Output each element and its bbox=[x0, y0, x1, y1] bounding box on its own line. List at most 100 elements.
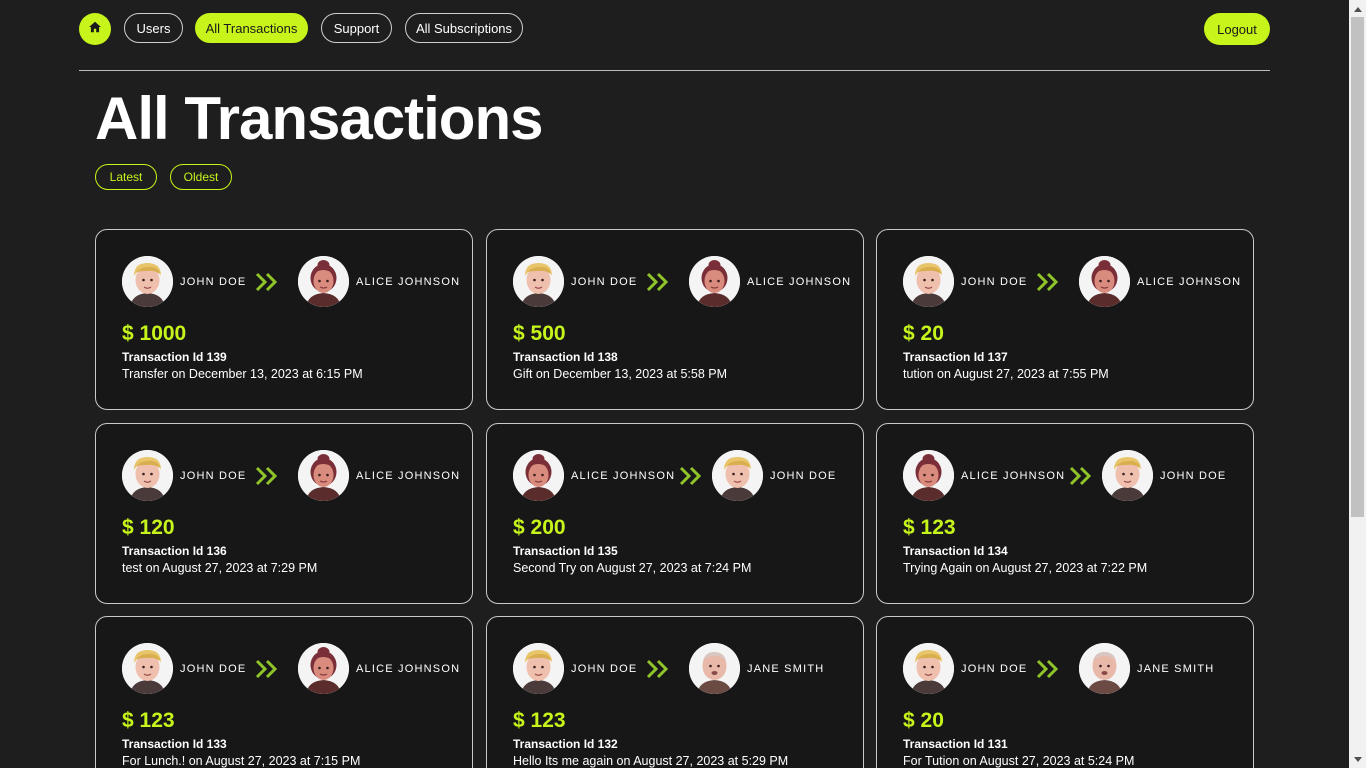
transaction-card[interactable]: JOHN DOE ALICE JOHNSON $ 120 Transaction Id… bbox=[95, 423, 473, 604]
transaction-amount: $ 500 bbox=[513, 322, 566, 345]
transaction-description: tution on August 27, 2023 at 7:55 PM bbox=[903, 367, 1109, 381]
sender-avatar bbox=[513, 256, 564, 307]
recipient-name: JANE SMITH bbox=[747, 662, 825, 675]
sender-name: JOHN DOE bbox=[180, 469, 247, 482]
transaction-description: Hello Its me again on August 27, 2023 at… bbox=[513, 754, 789, 768]
sender: JOHN DOE bbox=[903, 643, 1027, 694]
transaction-card[interactable]: JOHN DOE JANE SMITH $ 123 Transaction Id 13… bbox=[486, 616, 864, 768]
double-chevron-right-icon bbox=[255, 659, 279, 684]
sender-name: JOHN DOE bbox=[961, 662, 1028, 675]
transaction-amount: $ 20 bbox=[903, 709, 944, 732]
recipient: JANE SMITH bbox=[1079, 643, 1214, 694]
sender-avatar bbox=[903, 643, 954, 694]
scroll-down-arrow-icon[interactable] bbox=[1349, 751, 1366, 768]
recipient: ALICE JOHNSON bbox=[1079, 256, 1241, 307]
transaction-card[interactable]: JOHN DOE ALICE JOHNSON $ 123 Transaction Id… bbox=[95, 616, 473, 768]
nav-all-transactions[interactable]: All Transactions bbox=[195, 13, 308, 43]
double-chevron-right-icon bbox=[1036, 272, 1060, 297]
transaction-amount: $ 120 bbox=[122, 516, 175, 539]
sender: JOHN DOE bbox=[122, 256, 246, 307]
scroll-up-arrow-icon[interactable] bbox=[1349, 0, 1366, 17]
double-chevron-right-icon bbox=[679, 466, 703, 491]
recipient-name: ALICE JOHNSON bbox=[356, 275, 461, 288]
sender-avatar bbox=[122, 256, 173, 307]
nav-users[interactable]: Users bbox=[124, 13, 183, 43]
recipient: JOHN DOE bbox=[712, 450, 836, 501]
recipient: ALICE JOHNSON bbox=[689, 256, 851, 307]
transaction-id: Transaction Id 137 bbox=[903, 350, 1008, 364]
transaction-id: Transaction Id 136 bbox=[122, 544, 227, 558]
sender-name: JOHN DOE bbox=[180, 275, 247, 288]
transaction-card[interactable]: ALICE JOHNSON JOHN DOE $ 200 Transaction Id… bbox=[486, 423, 864, 604]
transaction-description: For Tution on August 27, 2023 at 5:24 PM bbox=[903, 754, 1135, 768]
transaction-amount: $ 123 bbox=[513, 709, 566, 732]
transaction-id: Transaction Id 138 bbox=[513, 350, 618, 364]
scrollbar-thumb[interactable] bbox=[1351, 17, 1364, 517]
sender-name: JOHN DOE bbox=[571, 275, 638, 288]
transaction-id: Transaction Id 131 bbox=[903, 737, 1008, 751]
double-chevron-right-icon bbox=[1036, 659, 1060, 684]
transaction-card[interactable]: ALICE JOHNSON JOHN DOE $ 123 Transaction Id… bbox=[876, 423, 1254, 604]
sender-avatar bbox=[122, 643, 173, 694]
recipient-avatar bbox=[712, 450, 763, 501]
sort-oldest-button[interactable]: Oldest bbox=[170, 164, 232, 190]
recipient-avatar bbox=[298, 643, 349, 694]
sender: JOHN DOE bbox=[122, 450, 246, 501]
recipient-avatar bbox=[1079, 256, 1130, 307]
logout-button[interactable]: Logout bbox=[1204, 13, 1270, 45]
sender: JOHN DOE bbox=[513, 256, 637, 307]
nav-all-subscriptions[interactable]: All Subscriptions bbox=[405, 13, 523, 43]
transaction-description: test on August 27, 2023 at 7:29 PM bbox=[122, 561, 318, 575]
recipient-avatar bbox=[1102, 450, 1153, 501]
sender-name: ALICE JOHNSON bbox=[571, 469, 676, 482]
transaction-card[interactable]: JOHN DOE JANE SMITH $ 20 Transaction Id 131… bbox=[876, 616, 1254, 768]
page: Users All Transactions Support All Subsc… bbox=[0, 0, 1349, 768]
sender-avatar bbox=[903, 256, 954, 307]
transaction-description: Transfer on December 13, 2023 at 6:15 PM bbox=[122, 367, 363, 381]
recipient: ALICE JOHNSON bbox=[298, 643, 460, 694]
sender-name: JOHN DOE bbox=[961, 275, 1028, 288]
recipient-avatar bbox=[689, 643, 740, 694]
nav-divider bbox=[79, 70, 1270, 71]
sender-name: JOHN DOE bbox=[571, 662, 638, 675]
recipient-name: ALICE JOHNSON bbox=[1137, 275, 1242, 288]
recipient-avatar bbox=[689, 256, 740, 307]
transaction-id: Transaction Id 139 bbox=[122, 350, 227, 364]
page-title: All Transactions bbox=[95, 85, 543, 152]
home-button[interactable] bbox=[79, 13, 111, 45]
sender: JOHN DOE bbox=[513, 643, 637, 694]
transaction-amount: $ 1000 bbox=[122, 322, 187, 345]
transaction-amount: $ 123 bbox=[903, 516, 956, 539]
transaction-id: Transaction Id 134 bbox=[903, 544, 1008, 558]
home-icon bbox=[88, 20, 102, 39]
top-nav: Users All Transactions Support All Subsc… bbox=[79, 13, 1270, 45]
transaction-description: Gift on December 13, 2023 at 5:58 PM bbox=[513, 367, 728, 381]
transaction-description: Trying Again on August 27, 2023 at 7:22 … bbox=[903, 561, 1148, 575]
recipient: ALICE JOHNSON bbox=[298, 450, 460, 501]
recipient-name: JOHN DOE bbox=[770, 469, 837, 482]
transaction-id: Transaction Id 133 bbox=[122, 737, 227, 751]
nav-support[interactable]: Support bbox=[321, 13, 392, 43]
sort-latest-button[interactable]: Latest bbox=[95, 164, 157, 190]
sender-avatar bbox=[513, 450, 564, 501]
recipient-name: ALICE JOHNSON bbox=[356, 469, 461, 482]
double-chevron-right-icon bbox=[255, 272, 279, 297]
recipient-name: ALICE JOHNSON bbox=[356, 662, 461, 675]
transaction-description: Second Try on August 27, 2023 at 7:24 PM bbox=[513, 561, 752, 575]
transaction-card[interactable]: JOHN DOE ALICE JOHNSON $ 20 Transaction Id … bbox=[876, 229, 1254, 410]
sender-avatar bbox=[513, 643, 564, 694]
sender: ALICE JOHNSON bbox=[903, 450, 1065, 501]
sender: JOHN DOE bbox=[122, 643, 246, 694]
vertical-scrollbar[interactable] bbox=[1349, 0, 1366, 768]
transaction-card[interactable]: JOHN DOE ALICE JOHNSON $ 1000 Transaction I… bbox=[95, 229, 473, 410]
transaction-amount: $ 20 bbox=[903, 322, 944, 345]
transaction-id: Transaction Id 132 bbox=[513, 737, 618, 751]
sender-name: JOHN DOE bbox=[180, 662, 247, 675]
double-chevron-right-icon bbox=[646, 659, 670, 684]
sender-avatar bbox=[122, 450, 173, 501]
transaction-card[interactable]: JOHN DOE ALICE JOHNSON $ 500 Transaction Id… bbox=[486, 229, 864, 410]
sender: JOHN DOE bbox=[903, 256, 1027, 307]
recipient-name: JOHN DOE bbox=[1160, 469, 1227, 482]
double-chevron-right-icon bbox=[646, 272, 670, 297]
double-chevron-right-icon bbox=[1069, 466, 1093, 491]
